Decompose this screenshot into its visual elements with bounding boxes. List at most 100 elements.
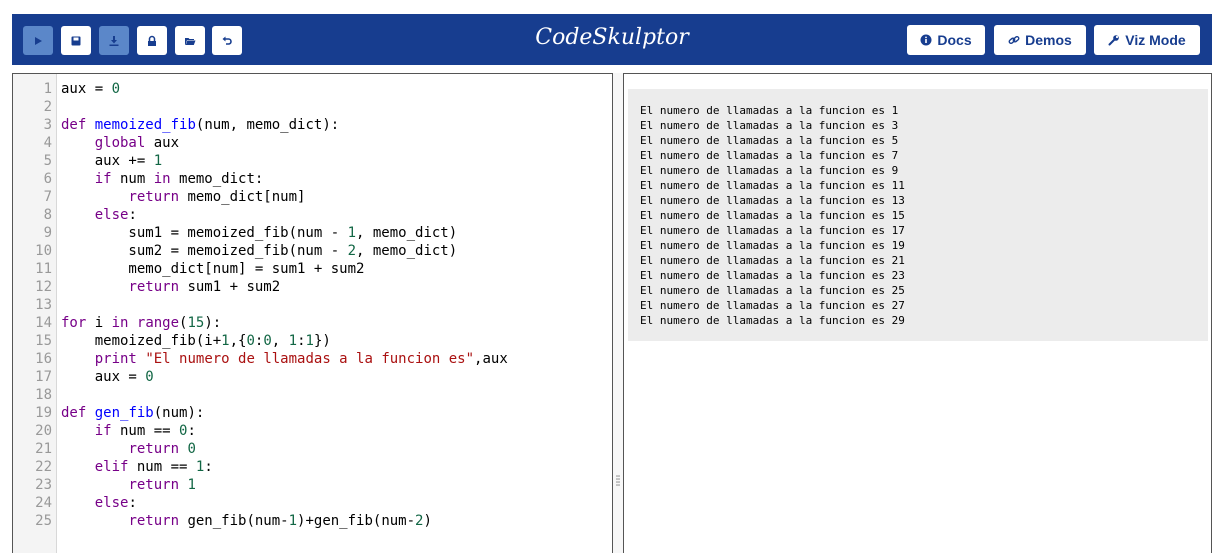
code-token: 0 [263,333,272,349]
code-token: , [271,333,289,349]
code-line: 3 def memoized_fib(num, memo_dict): [13,116,612,134]
code-token: if [94,171,112,187]
code-token: )+gen_fib(num- [297,513,416,529]
line-number: 12 [35,279,52,295]
console-line: El numero de llamadas a la funcion es 27 [640,299,905,312]
line-number: 25 [35,513,52,529]
open-button[interactable] [175,26,205,55]
code-token: "El numero de llamadas a la funcion es" [145,351,475,367]
code-token: num == [128,459,196,475]
fresh-url-button[interactable] [137,26,167,55]
code-token: i [86,315,112,331]
code-line: 10 sum2 = memoized_fib(num - 2, memo_dic… [13,242,612,260]
code-line: 11 memo_dict[num] = sum1 + sum2 [13,260,612,278]
line-number: 1 [43,81,52,97]
console-line: El numero de llamadas a la funcion es 13 [640,194,905,207]
code-token: : [297,333,306,349]
code-token: , memo_dict) [356,225,458,241]
console-line: El numero de llamadas a la funcion es 3 [640,119,899,132]
code-text: else: [61,494,137,512]
code-token: print [94,351,137,367]
console-line: El numero de llamadas a la funcion es 7 [640,149,899,162]
code-token: }) [313,333,331,349]
save-button[interactable] [61,26,91,55]
code-text: elif num == 1: [61,458,213,476]
line-number: 16 [35,351,52,367]
console-line: El numero de llamadas a la funcion es 21 [640,254,905,267]
code-token: if [94,423,112,439]
demos-label: Demos [1025,32,1072,48]
line-number: 18 [35,387,52,403]
download-icon [109,35,119,46]
code-line: 14 for i in range(15): [13,314,612,332]
code-token: aux [145,135,180,151]
link-icon [1008,35,1020,45]
top-toolbar: CodeSkulptor Docs Demos Viz Mode [12,14,1212,65]
line-number: 10 [35,243,52,259]
code-text: aux += 1 [61,152,162,170]
demos-button[interactable]: Demos [994,25,1086,55]
code-text: else: [61,206,137,224]
code-text: memo_dict[num] = sum1 + sum2 [61,260,364,278]
output-pane: El numero de llamadas a la funcion es 1 E… [623,73,1212,553]
code-token: (num, memo_dict): [195,117,340,133]
run-button[interactable] [23,26,53,55]
code-line: 9 sum1 = memoized_fib(num - 1, memo_dict… [13,224,612,242]
code-token: return [128,279,180,295]
code-token: ): [204,315,222,331]
console-line: El numero de llamadas a la funcion es 11 [640,179,905,192]
code-token: return [128,513,180,529]
code-token: ,aux [474,351,508,367]
code-line: 2 [13,98,612,116]
code-text: memoized_fib(i+1,{0:0, 1:1}) [61,332,331,350]
code-text: global aux [61,134,179,152]
code-text: sum1 = memoized_fib(num - 1, memo_dict) [61,224,457,242]
console-line: El numero de llamadas a la funcion es 25 [640,284,905,297]
console-line: El numero de llamadas a la funcion es 15 [640,209,905,222]
code-token: : [187,423,196,439]
code-token: aux = [61,369,146,385]
code-text: if num == 0: [61,422,196,440]
code-token: return [128,477,180,493]
code-line: 19 def gen_fib(num): [13,404,612,422]
drag-handle-icon[interactable] [616,474,620,488]
line-number: 5 [43,153,52,169]
reset-button[interactable] [212,26,242,55]
code-text: aux = 0 [61,80,120,98]
code-line: 16 print "El numero de llamadas a la fun… [13,350,612,368]
code-editor[interactable]: 1 aux = 0 2 3 def memoized_fib(num, memo_dic… [12,73,613,553]
line-number: 11 [35,261,52,277]
code-token: sum1 = memoized_fib(num - [61,225,348,241]
code-line: 15 memoized_fib(i+1,{0:0, 1:1}) [13,332,612,350]
code-text: for i in range(15): [61,314,221,332]
line-number: 24 [35,495,52,511]
code-token: 2 [347,243,357,259]
code-line: 24 else: [13,494,612,512]
download-button[interactable] [99,26,129,55]
console-line: El numero de llamadas a la funcion es 29 [640,314,905,327]
viz-mode-button[interactable]: Viz Mode [1094,25,1200,55]
code-token: def [61,117,87,133]
code-text: sum2 = memoized_fib(num - 2, memo_dict) [61,242,457,260]
code-line: 1 aux = 0 [13,80,612,98]
code-line: 18 [13,386,612,404]
code-line: 13 [13,296,612,314]
line-number: 3 [43,117,52,133]
code-line: 23 return 1 [13,476,612,494]
code-token: 0 [111,81,121,97]
code-token: memoized_fib [94,117,196,133]
code-token: memo_dict: [170,171,264,187]
wrench-icon [1108,35,1120,46]
code-token: num == [111,423,180,439]
code-text: def memoized_fib(num, memo_dict): [61,116,339,134]
line-number: 7 [43,189,52,205]
code-line: 22 elif num == 1: [13,458,612,476]
line-number: 23 [35,477,52,493]
docs-button[interactable]: Docs [907,25,985,55]
code-token: , memo_dict) [356,243,458,259]
code-token: else [94,495,129,511]
